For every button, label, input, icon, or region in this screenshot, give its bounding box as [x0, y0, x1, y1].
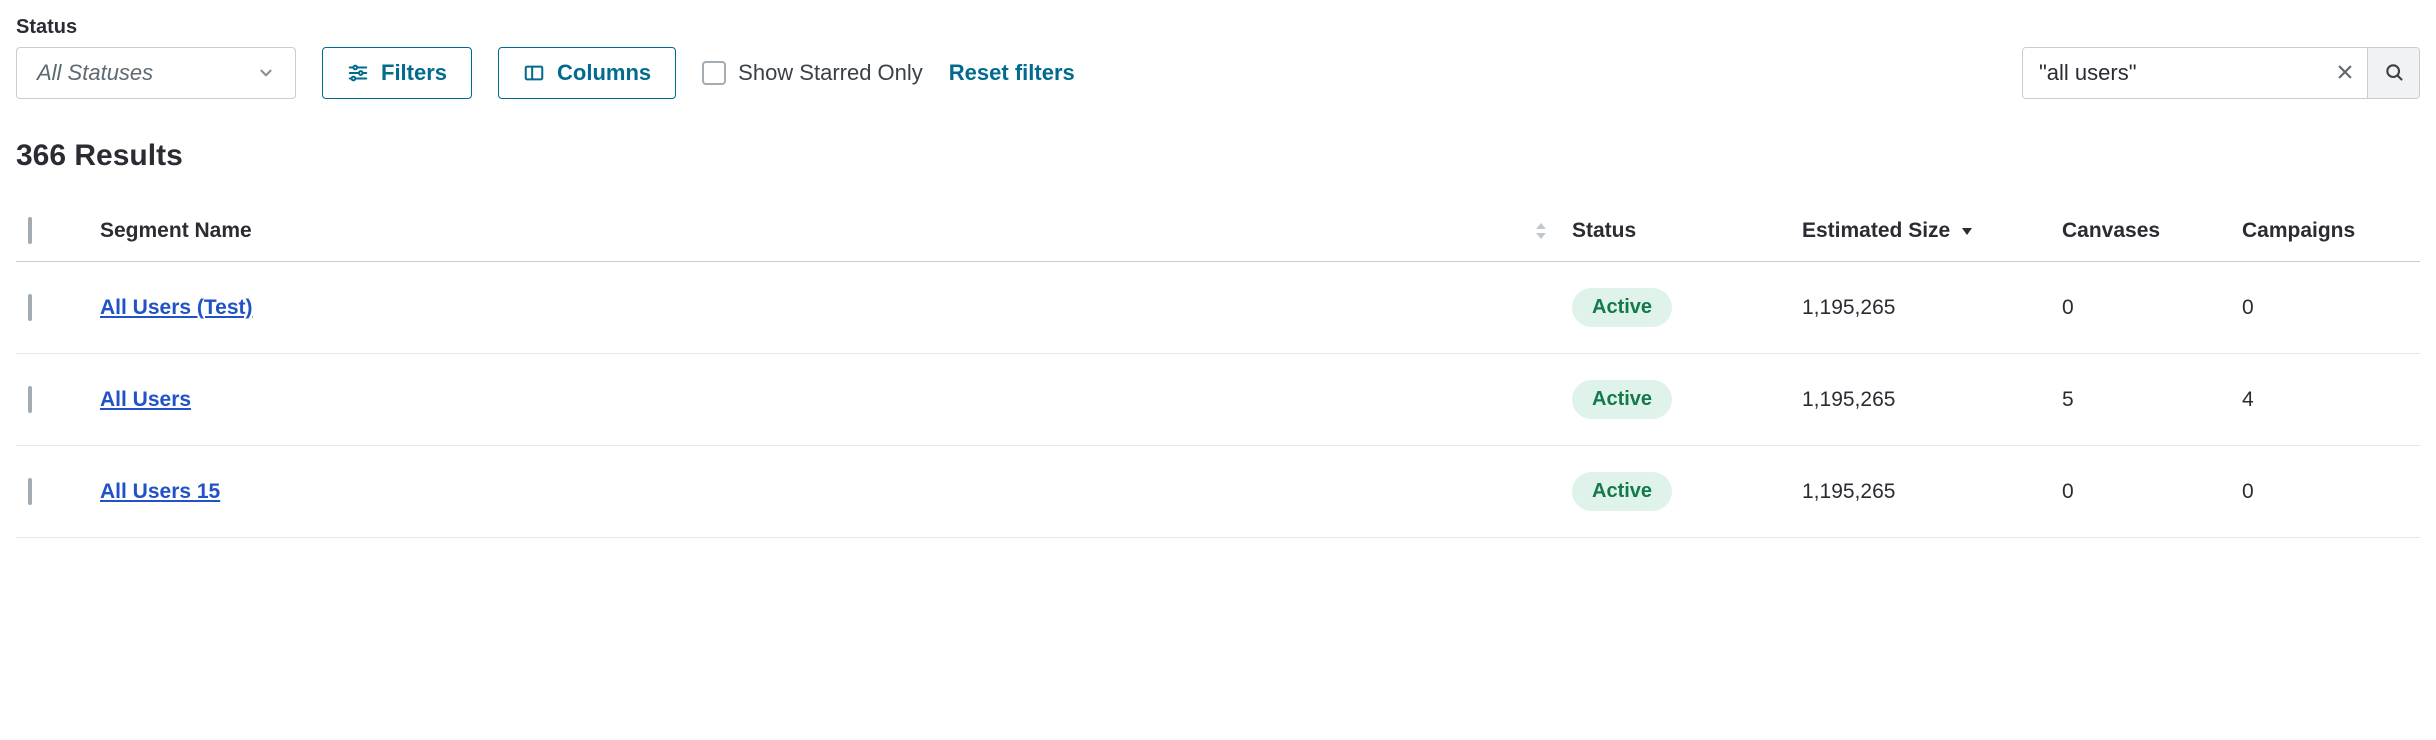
- columns-button[interactable]: Columns: [498, 47, 676, 99]
- columns-button-label: Columns: [557, 60, 651, 86]
- filters-button[interactable]: Filters: [322, 47, 472, 99]
- status-badge: Active: [1572, 380, 1672, 419]
- status-badge: Active: [1572, 472, 1672, 511]
- header-status-label: Status: [1572, 219, 1636, 242]
- cell-canvases: 0: [2050, 446, 2230, 538]
- filters-bar: Status All Statuses Filters Columns Show…: [16, 16, 2420, 99]
- header-estimated-size[interactable]: Estimated Size: [1790, 201, 2050, 262]
- reset-filters-link[interactable]: Reset filters: [949, 47, 1075, 99]
- cell-size: 1,195,265: [1790, 446, 2050, 538]
- cell-canvases: 5: [2050, 354, 2230, 446]
- show-starred-toggle[interactable]: Show Starred Only: [702, 47, 923, 99]
- header-campaigns: Campaigns: [2230, 201, 2420, 262]
- status-select[interactable]: All Statuses: [16, 47, 296, 99]
- header-size-label: Estimated Size: [1802, 219, 1950, 243]
- header-segment-name-label: Segment Name: [100, 219, 252, 243]
- header-canvases-label: Canvases: [2062, 219, 2160, 242]
- status-filter-label: Status: [16, 16, 296, 39]
- cell-size: 1,195,265: [1790, 354, 2050, 446]
- status-badge: Active: [1572, 288, 1672, 327]
- table-row: All Users (Test) Active 1,195,265 0 0: [16, 262, 2420, 354]
- header-canvases: Canvases: [2050, 201, 2230, 262]
- search-box: [2022, 47, 2420, 99]
- header-select-all: [16, 201, 88, 262]
- segment-link[interactable]: All Users 15: [100, 480, 220, 503]
- cell-campaigns: 0: [2230, 262, 2420, 354]
- cell-size: 1,195,265: [1790, 262, 2050, 354]
- checkbox-icon: [702, 61, 726, 85]
- sort-icon: [1534, 222, 1548, 240]
- row-checkbox[interactable]: [28, 294, 32, 321]
- search-button[interactable]: [2367, 48, 2419, 98]
- search-input[interactable]: [2023, 48, 2323, 98]
- table-header-row: Segment Name Status Estimated Size: [16, 201, 2420, 262]
- cell-campaigns: 0: [2230, 446, 2420, 538]
- columns-icon: [523, 62, 545, 84]
- cell-canvases: 0: [2050, 262, 2230, 354]
- row-checkbox[interactable]: [28, 386, 32, 413]
- table-row: All Users Active 1,195,265 5 4: [16, 354, 2420, 446]
- segment-link[interactable]: All Users: [100, 388, 191, 411]
- header-status: Status: [1560, 201, 1790, 262]
- select-all-checkbox[interactable]: [28, 217, 32, 244]
- row-checkbox[interactable]: [28, 478, 32, 505]
- segments-table: Segment Name Status Estimated Size: [16, 201, 2420, 538]
- table-row: All Users 15 Active 1,195,265 0 0: [16, 446, 2420, 538]
- status-select-value: All Statuses: [37, 60, 153, 86]
- sliders-icon: [347, 62, 369, 84]
- close-icon: [2336, 63, 2354, 84]
- show-starred-label: Show Starred Only: [738, 60, 923, 86]
- chevron-down-icon: [257, 64, 275, 82]
- header-campaigns-label: Campaigns: [2242, 219, 2355, 242]
- segment-link[interactable]: All Users (Test): [100, 296, 253, 319]
- clear-search-button[interactable]: [2323, 48, 2367, 98]
- search-icon: [2384, 62, 2404, 85]
- cell-campaigns: 4: [2230, 354, 2420, 446]
- status-filter-block: Status All Statuses: [16, 16, 296, 99]
- filters-button-label: Filters: [381, 60, 447, 86]
- header-segment-name[interactable]: Segment Name: [88, 201, 1560, 262]
- results-count: 366 Results: [16, 139, 2420, 173]
- sort-desc-icon: [1960, 226, 1974, 236]
